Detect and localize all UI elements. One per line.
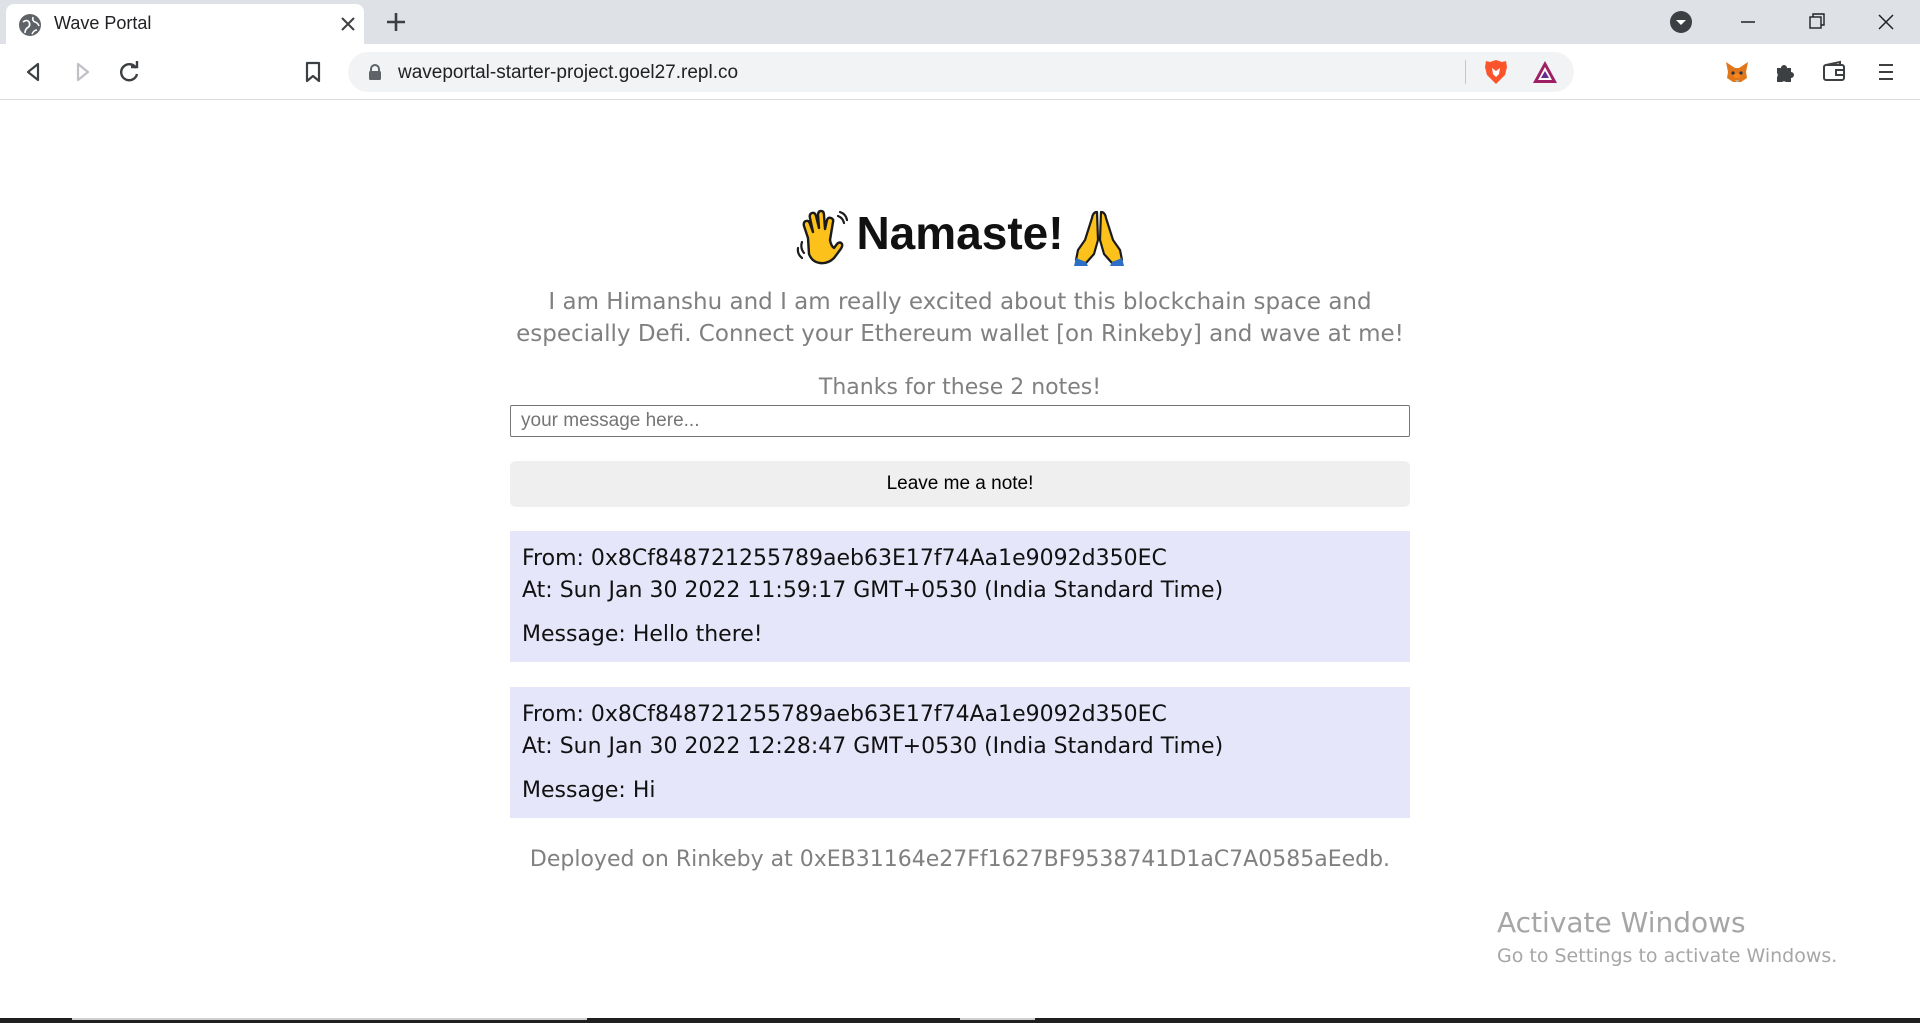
taskbar-highlight — [72, 1018, 587, 1020]
page-content: Namaste! I am Himanshu and I am really e… — [0, 101, 1920, 1023]
tab-title: Wave Portal — [54, 13, 152, 33]
note-from: From: 0x8Cf848721255789aeb63E17f74Aa1e90… — [522, 546, 1167, 571]
globe-icon — [19, 14, 41, 36]
metamask-fox-icon[interactable] — [1723, 58, 1751, 86]
address-bar[interactable]: waveportal-starter-project.goel27.repl.c… — [348, 52, 1574, 92]
brave-rewards-icon[interactable] — [1532, 60, 1558, 84]
page-title: Namaste! — [510, 201, 1410, 266]
minimize-icon[interactable] — [1728, 6, 1768, 38]
bio-text: I am Himanshu and I am really excited ab… — [516, 289, 1404, 347]
windows-activation-watermark: Activate Windows Go to Settings to activ… — [1497, 905, 1837, 971]
deployment-footer: Deployed on Rinkeby at 0xEB31164e27Ff162… — [529, 847, 1391, 872]
page-title-text: Namaste! — [856, 207, 1064, 259]
watermark-title: Activate Windows — [1497, 906, 1746, 939]
menu-icon[interactable] — [1872, 58, 1900, 86]
browser-toolbar: waveportal-starter-project.goel27.repl.c… — [0, 44, 1920, 100]
note-card: From: 0x8Cf848721255789aeb63E17f74Aa1e90… — [510, 531, 1410, 662]
taskbar-highlight — [960, 1018, 1035, 1020]
waving-hand-icon — [794, 208, 849, 266]
note-from: From: 0x8Cf848721255789aeb63E17f74Aa1e90… — [522, 702, 1167, 727]
close-icon[interactable] — [336, 12, 360, 36]
restore-icon[interactable] — [1796, 6, 1836, 38]
leave-note-button[interactable]: Leave me a note! — [510, 461, 1410, 507]
extensions-icon[interactable] — [1771, 58, 1799, 86]
notes-count-text: Thanks for these 2 notes! — [818, 375, 1102, 400]
tab-strip: Wave Portal — [0, 0, 1920, 44]
watermark-subtitle: Go to Settings to activate Windows. — [1497, 945, 1838, 967]
brave-shields-icon[interactable] — [1483, 59, 1509, 85]
note-message: Message: Hi — [522, 778, 656, 803]
note-message: Message: Hello there! — [522, 622, 763, 647]
back-icon[interactable] — [20, 58, 48, 86]
omnibox-divider — [1465, 60, 1466, 84]
forward-icon[interactable] — [68, 58, 96, 86]
note-timestamp: At: Sun Jan 30 2022 11:59:17 GMT+0530 (I… — [522, 578, 1224, 603]
window-close-icon[interactable] — [1866, 6, 1906, 38]
lock-icon[interactable] — [368, 64, 382, 80]
tab-wave-portal[interactable]: Wave Portal — [6, 4, 364, 44]
folded-hands-icon — [1072, 208, 1126, 266]
tab-search-icon[interactable] — [1670, 11, 1692, 33]
wallet-icon[interactable] — [1820, 58, 1848, 86]
bookmark-icon[interactable] — [299, 58, 327, 86]
note-card: From: 0x8Cf848721255789aeb63E17f74Aa1e90… — [510, 687, 1410, 818]
taskbar-edge — [0, 1018, 1920, 1023]
message-input[interactable] — [510, 405, 1410, 437]
url-text[interactable]: waveportal-starter-project.goel27.repl.c… — [398, 62, 738, 84]
note-timestamp: At: Sun Jan 30 2022 12:28:47 GMT+0530 (I… — [522, 734, 1224, 759]
plus-icon[interactable] — [382, 8, 410, 36]
reload-icon[interactable] — [115, 58, 143, 86]
